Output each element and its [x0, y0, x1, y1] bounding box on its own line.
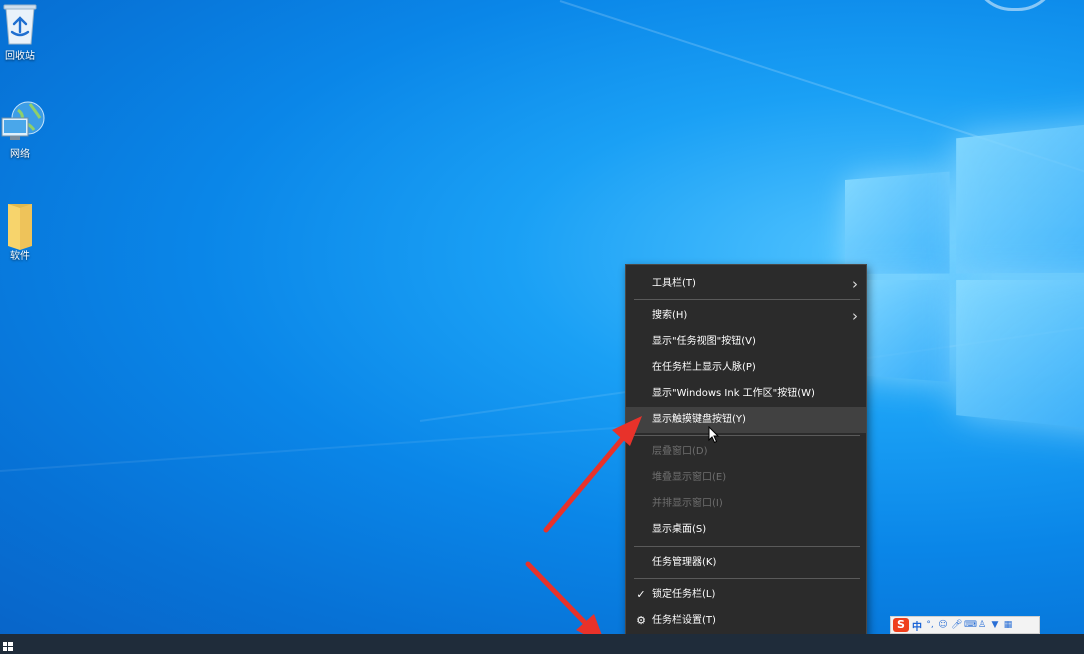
- gear-icon: ⚙: [636, 614, 646, 627]
- menu-separator: [634, 435, 860, 436]
- start-button[interactable]: [0, 634, 20, 654]
- light-beam: [0, 426, 619, 472]
- menu-item-label: 显示触摸键盘按钮(Y): [652, 414, 746, 425]
- menu-item-label: 搜索(H): [652, 310, 688, 321]
- chevron-right-icon: ›: [852, 275, 858, 293]
- menu-item-cascade-windows: 层叠窗口(D): [626, 439, 866, 465]
- checkmark-icon: ✓: [636, 588, 646, 601]
- menu-item-show-people[interactable]: 在任务栏上显示人脉(P): [626, 355, 866, 381]
- menu-item-search[interactable]: 搜索(H) ›: [626, 303, 866, 329]
- menu-item-label: 任务管理器(K): [652, 557, 717, 568]
- menu-item-label: 工具栏(T): [652, 278, 696, 289]
- menu-item-lock-taskbar[interactable]: ✓ 锁定任务栏(L): [626, 582, 866, 608]
- desktop-icon-label: 回收站: [5, 51, 35, 62]
- menu-item-task-manager[interactable]: 任务管理器(K): [626, 550, 866, 576]
- desktop-icon-network[interactable]: 网络: [0, 100, 45, 160]
- ime-toolbar[interactable]: S 中 °, ☺ 🎤︎ ⌨ ♙ ▼ ▦: [890, 616, 1040, 634]
- recycle-bin-icon: [0, 2, 40, 45]
- menu-separator: [634, 578, 860, 579]
- network-icon: [0, 100, 45, 140]
- menu-item-label: 层叠窗口(D): [652, 446, 708, 457]
- logo-pane: [956, 118, 1084, 274]
- desktop-icon-recycle-bin[interactable]: 回收站: [0, 2, 44, 62]
- menu-separator: [634, 299, 860, 300]
- menu-item-show-desktop[interactable]: 显示桌面(S): [626, 517, 866, 543]
- menu-item-label: 任务栏设置(T): [652, 615, 716, 626]
- punctuation-icon[interactable]: °,: [925, 620, 935, 630]
- ime-language-toggle[interactable]: 中: [912, 618, 922, 633]
- logo-pane: [956, 280, 1084, 434]
- menu-item-toolbars[interactable]: 工具栏(T) ›: [626, 271, 866, 297]
- menu-item-side-by-side-windows: 并排显示窗口(I): [626, 491, 866, 517]
- menu-item-label: 显示桌面(S): [652, 524, 707, 535]
- menu-item-label: 锁定任务栏(L): [652, 589, 716, 600]
- menu-item-label: 在任务栏上显示人脉(P): [652, 362, 756, 373]
- user-icon[interactable]: ♙: [977, 620, 987, 630]
- windows-start-icon: [3, 642, 13, 651]
- menu-item-show-task-view-button[interactable]: 显示"任务视图"按钮(V): [626, 329, 866, 355]
- menu-item-label: 堆叠显示窗口(E): [652, 472, 727, 483]
- desktop-icon-software-folder[interactable]: 软件: [0, 202, 44, 262]
- mouse-cursor-icon: [708, 425, 720, 448]
- keyboard-icon[interactable]: ⌨: [964, 620, 977, 630]
- menu-item-label: 显示"Windows Ink 工作区"按钮(W): [652, 388, 815, 399]
- taskbar[interactable]: [0, 634, 1084, 654]
- menu-item-show-windows-ink-button[interactable]: 显示"Windows Ink 工作区"按钮(W): [626, 381, 866, 407]
- menu-item-label: 并排显示窗口(I): [652, 498, 723, 509]
- microphone-icon[interactable]: 🎤︎: [951, 620, 962, 630]
- menu-item-label: 显示"任务视图"按钮(V): [652, 336, 756, 347]
- skin-icon[interactable]: ▼: [990, 620, 1000, 630]
- sogou-ime-logo[interactable]: S: [893, 618, 909, 632]
- emoji-icon[interactable]: ☺: [938, 620, 948, 630]
- wallpaper-arc: [972, 0, 1058, 11]
- desktop[interactable]: 回收站 网络 软件: [0, 0, 1084, 634]
- menu-item-taskbar-settings[interactable]: ⚙ 任务栏设置(T): [626, 608, 866, 634]
- windows-logo-wallpaper: [845, 118, 1084, 442]
- taskbar-context-menu: 工具栏(T) › 搜索(H) › 显示"任务视图"按钮(V) 在任务栏上显示人脉…: [625, 264, 867, 639]
- toolbox-icon[interactable]: ▦: [1003, 620, 1013, 630]
- logo-pane: [845, 171, 950, 274]
- chevron-right-icon: ›: [852, 307, 858, 325]
- menu-separator: [634, 546, 860, 547]
- folder-icon: [0, 202, 40, 250]
- menu-item-show-touch-keyboard-button[interactable]: 显示触摸键盘按钮(Y): [626, 407, 866, 433]
- menu-item-stack-windows: 堆叠显示窗口(E): [626, 465, 866, 491]
